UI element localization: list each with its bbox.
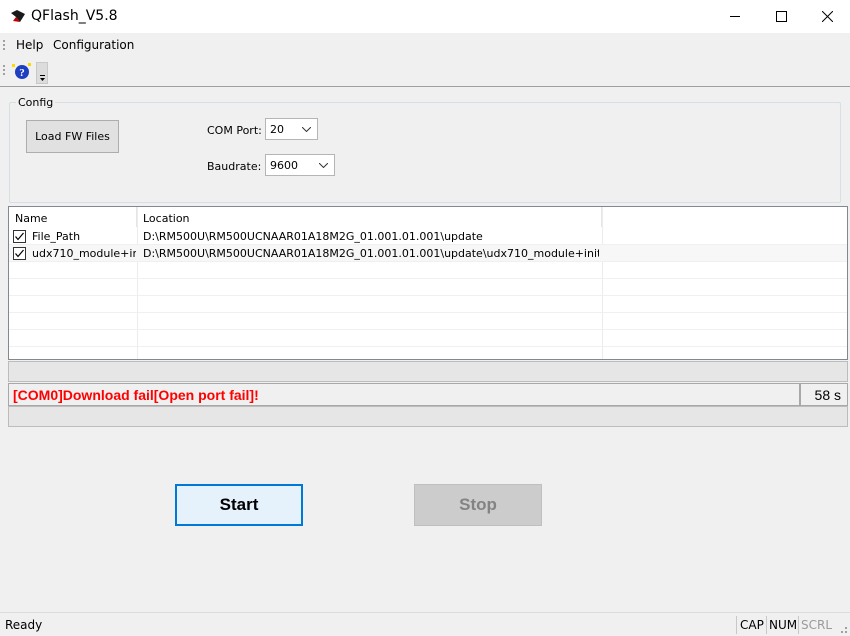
qflash-logo-icon xyxy=(11,10,25,22)
empty-row xyxy=(9,279,847,296)
empty-row xyxy=(9,296,847,313)
start-button[interactable]: Start xyxy=(175,484,303,526)
empty-row xyxy=(9,262,847,279)
baudrate-select[interactable]: 9600 xyxy=(265,154,335,176)
title-bar: QFlash_V5.8 xyxy=(0,0,850,33)
status-message: [COM0]Download fail[Open port fail]! xyxy=(13,387,259,403)
menu-grip-icon xyxy=(3,40,5,50)
window-title: QFlash_V5.8 xyxy=(31,8,118,24)
baudrate-value: 9600 xyxy=(270,159,298,172)
menu-help[interactable]: Help xyxy=(16,38,43,52)
file-location: D:\RM500U\RM500UCNAAR01A18M2G_01.001.01.… xyxy=(143,230,483,243)
toolbar-grip-icon xyxy=(3,65,5,75)
empty-row xyxy=(9,330,847,347)
close-button[interactable] xyxy=(804,0,850,33)
row-checkbox[interactable] xyxy=(13,247,26,260)
firmware-file-table: Name Location File_Path D:\RM500U\RM500U… xyxy=(8,206,848,360)
status-message-box: [COM0]Download fail[Open port fail]! xyxy=(8,383,800,406)
com-port-value: 20 xyxy=(270,123,284,136)
chevron-down-icon xyxy=(40,75,45,81)
minimize-button[interactable] xyxy=(712,0,758,33)
chevron-down-icon xyxy=(319,163,328,168)
com-port-select[interactable]: 20 xyxy=(265,118,318,140)
download-progress-bar xyxy=(8,361,848,382)
help-about-icon[interactable]: ? xyxy=(10,61,36,83)
maximize-button[interactable] xyxy=(758,0,804,33)
com-port-label: COM Port: xyxy=(207,124,262,137)
file-name: File_Path xyxy=(32,230,81,243)
table-row[interactable]: File_Path D:\RM500U\RM500UCNAAR01A18M2G_… xyxy=(9,228,847,245)
elapsed-time-box: 58 s xyxy=(800,383,848,406)
table-header: Name Location xyxy=(9,207,847,227)
empty-row xyxy=(9,313,847,330)
file-location: D:\RM500U\RM500UCNAAR01A18M2G_01.001.01.… xyxy=(143,247,599,260)
scroll-lock-indicator: SCRL xyxy=(801,618,833,632)
load-fw-files-button[interactable]: Load FW Files xyxy=(26,120,119,153)
elapsed-time: 58 s xyxy=(814,387,841,403)
table-row[interactable]: udx710_module+in... D:\RM500U\RM500UCNAA… xyxy=(9,245,847,262)
status-ready: Ready xyxy=(5,618,43,632)
stop-button[interactable]: Stop xyxy=(414,484,542,526)
resize-grip-icon[interactable] xyxy=(836,622,848,634)
menu-bar: Help Configuration xyxy=(0,33,850,57)
baudrate-label: Baudrate: xyxy=(207,160,262,173)
config-legend: Config xyxy=(16,96,56,109)
chevron-down-icon xyxy=(302,127,311,132)
maximize-icon xyxy=(775,11,787,22)
overall-progress-bar xyxy=(8,406,848,427)
caps-lock-indicator: CAP xyxy=(740,618,764,632)
status-bar: Ready CAP NUM SCRL xyxy=(0,612,850,636)
menu-configuration[interactable]: Configuration xyxy=(53,38,134,52)
column-header-location[interactable]: Location xyxy=(137,207,602,227)
minimize-icon xyxy=(729,16,740,17)
svg-text:?: ? xyxy=(19,67,25,79)
row-checkbox[interactable] xyxy=(13,230,26,243)
column-header-name[interactable]: Name xyxy=(9,207,137,227)
toolbar-overflow-button[interactable] xyxy=(36,62,48,84)
checkmark-icon xyxy=(15,249,24,258)
num-lock-indicator: NUM xyxy=(769,618,798,632)
toolbar-divider xyxy=(0,86,850,87)
file-name: udx710_module+in... xyxy=(32,247,136,260)
toolbar: ? xyxy=(0,57,850,87)
config-group xyxy=(9,102,841,203)
checkmark-icon xyxy=(15,232,24,241)
close-icon xyxy=(821,11,833,22)
